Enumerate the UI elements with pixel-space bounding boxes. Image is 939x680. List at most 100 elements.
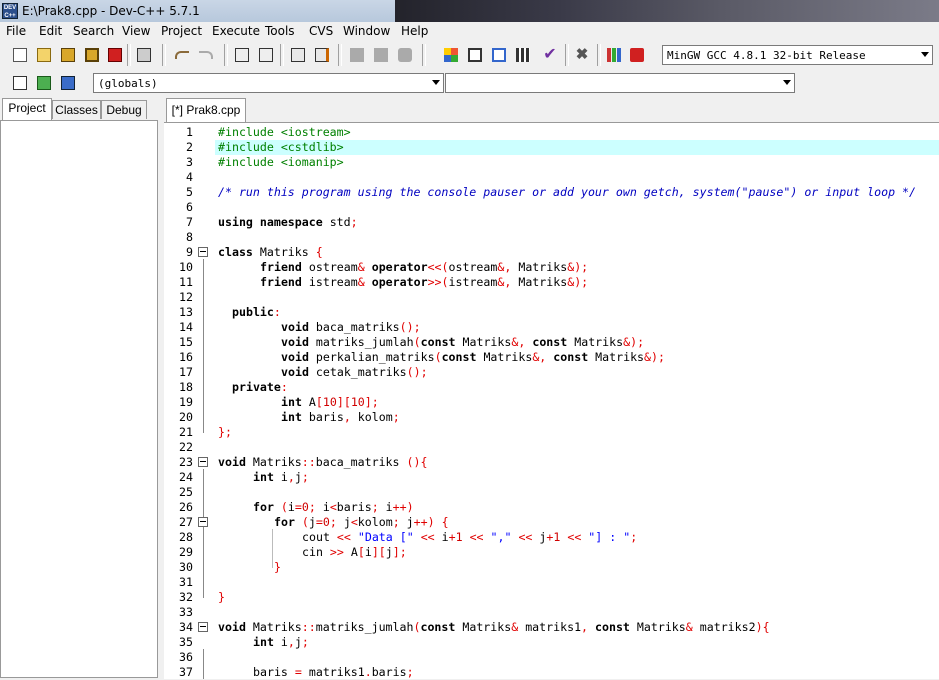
code-line[interactable]: 7 using namespace std; [164,215,939,230]
toggle-header-button[interactable] [58,73,78,93]
header-file-icon [61,76,75,90]
menu-file[interactable]: File [6,24,26,38]
compile-run-button[interactable] [489,45,509,65]
code-line[interactable]: 19 int A[10][10]; [164,395,939,410]
tab-project[interactable]: Project [2,98,52,120]
code-line[interactable]: 35 int i,j; [164,635,939,650]
scope-select[interactable]: (globals) [93,73,444,93]
code-line[interactable]: 6 [164,200,939,215]
compile-button[interactable] [441,45,461,65]
menu-cvs[interactable]: CVS [309,24,333,38]
code-line[interactable]: 30} [164,560,939,575]
code-line[interactable]: 10 friend ostream& operator<<(ostream&, M… [164,260,939,275]
code-line[interactable]: 33 [164,605,939,620]
menu-edit[interactable]: Edit [39,24,62,38]
code-line[interactable]: 20 int baris, kolom; [164,410,939,425]
indent-button[interactable] [371,45,391,65]
unindent-button[interactable] [347,45,367,65]
open-file-button[interactable] [34,45,54,65]
save-button[interactable] [58,45,78,65]
code-line[interactable]: 23 void Matriks::baca_matriks (){ [164,455,939,470]
syntax-check-button[interactable]: ✔ [540,45,560,65]
close-file-button[interactable] [105,45,125,65]
fold-toggle-icon[interactable] [198,517,208,527]
code-line[interactable]: 24 int i,j; [164,470,939,485]
devcpp-app-icon[interactable]: DEV C++ [2,3,18,19]
goto-line-button[interactable] [288,45,308,65]
code-line[interactable]: 16 void perkalian_matriks(const Matriks&,… [164,350,939,365]
code-line[interactable]: 26 for (i=0; i<baris; i++) [164,500,939,515]
code-token: ( [280,500,288,514]
code-line[interactable]: 22 [164,440,939,455]
code-line[interactable]: 1 #include <iostream> [164,125,939,140]
new-class-button[interactable] [10,73,30,93]
code-line[interactable]: 8 [164,230,939,245]
member-select[interactable] [445,73,795,93]
code-token: ][ [371,545,386,559]
code-text: }; [218,425,232,440]
menu-project[interactable]: Project [161,24,202,38]
compiler-select[interactable]: MinGW GCC 4.8.1 32-bit Release [662,45,933,65]
insert-button[interactable] [34,73,54,93]
code-line[interactable]: 4 [164,170,939,185]
tab-classes[interactable]: Classes [52,100,101,119]
toggle-bookmark-button[interactable] [312,45,332,65]
code-token: friend [260,260,309,274]
tab-debug[interactable]: Debug [101,100,147,119]
code-line[interactable]: 25 [164,485,939,500]
code-token: /* run this program using the console pa… [218,185,917,199]
code-line[interactable]: 32} [164,590,939,605]
code-line[interactable]: 13 public: [164,305,939,320]
print-button[interactable] [134,45,154,65]
code-line[interactable]: 36 [164,650,939,665]
code-token: j [308,515,316,529]
code-token: ; [406,665,414,679]
code-line[interactable]: 15 void matriks_jumlah(const Matriks&, co… [164,335,939,350]
stop-execution-button[interactable]: ✖ [572,45,592,65]
fold-toggle-icon[interactable] [198,247,208,257]
code-line[interactable]: 34 void Matriks::matriks_jumlah(const Mat… [164,620,939,635]
menu-help[interactable]: Help [401,24,428,38]
save-disk-icon [61,48,75,62]
code-line[interactable]: 17 void cetak_matriks(); [164,365,939,380]
find-button[interactable] [232,45,252,65]
delete-profile-button[interactable] [627,45,647,65]
comment-button[interactable] [395,45,415,65]
project-browser-panel[interactable] [0,120,158,678]
line-number: 11 [179,275,193,289]
code-line[interactable]: 18 private: [164,380,939,395]
code-token: operator [371,275,428,289]
run-button[interactable] [465,45,485,65]
code-line[interactable]: 3 #include <iomanip> [164,155,939,170]
menu-window[interactable]: Window [343,24,390,38]
new-file-button[interactable] [10,45,30,65]
save-all-button[interactable] [82,45,102,65]
code-line[interactable]: 21}; [164,425,939,440]
code-line[interactable]: 11 friend istream& operator>>(istream&, M… [164,275,939,290]
code-line[interactable]: 28 cout << "Data [" << i+1 << "," << j+1 … [164,530,939,545]
code-token: ; [301,635,309,649]
code-line[interactable]: 9 class Matriks { [164,245,939,260]
profile-button[interactable] [604,45,624,65]
fold-toggle-icon[interactable] [198,457,208,467]
menu-view[interactable]: View [122,24,150,38]
editor-tab-prak8[interactable]: [*] Prak8.cpp [166,98,246,122]
code-line[interactable]: 31 [164,575,939,590]
menu-tools[interactable]: Tools [265,24,295,38]
code-editor[interactable]: 1 #include <iostream> 2 #include <cstdlib> 3… [164,122,939,679]
code-line[interactable]: 27 for (j=0; j<kolom; j++) { [164,515,939,530]
menu-search[interactable]: Search [73,24,114,38]
replace-button[interactable] [256,45,276,65]
toolbar-separator [565,44,569,66]
code-line[interactable]: 2 #include <cstdlib> [164,140,939,155]
redo-button[interactable] [196,45,216,65]
undo-button[interactable] [172,45,192,65]
code-line[interactable]: 12 [164,290,939,305]
fold-toggle-icon[interactable] [198,622,208,632]
menu-execute[interactable]: Execute [212,24,260,38]
code-line[interactable]: 5 /* run this program using the console p… [164,185,939,200]
code-line[interactable]: 29 cin >> A[i][j]; [164,545,939,560]
code-token: &); [644,350,665,364]
code-line[interactable]: 14 void baca_matriks(); [164,320,939,335]
rebuild-all-button[interactable] [513,45,533,65]
